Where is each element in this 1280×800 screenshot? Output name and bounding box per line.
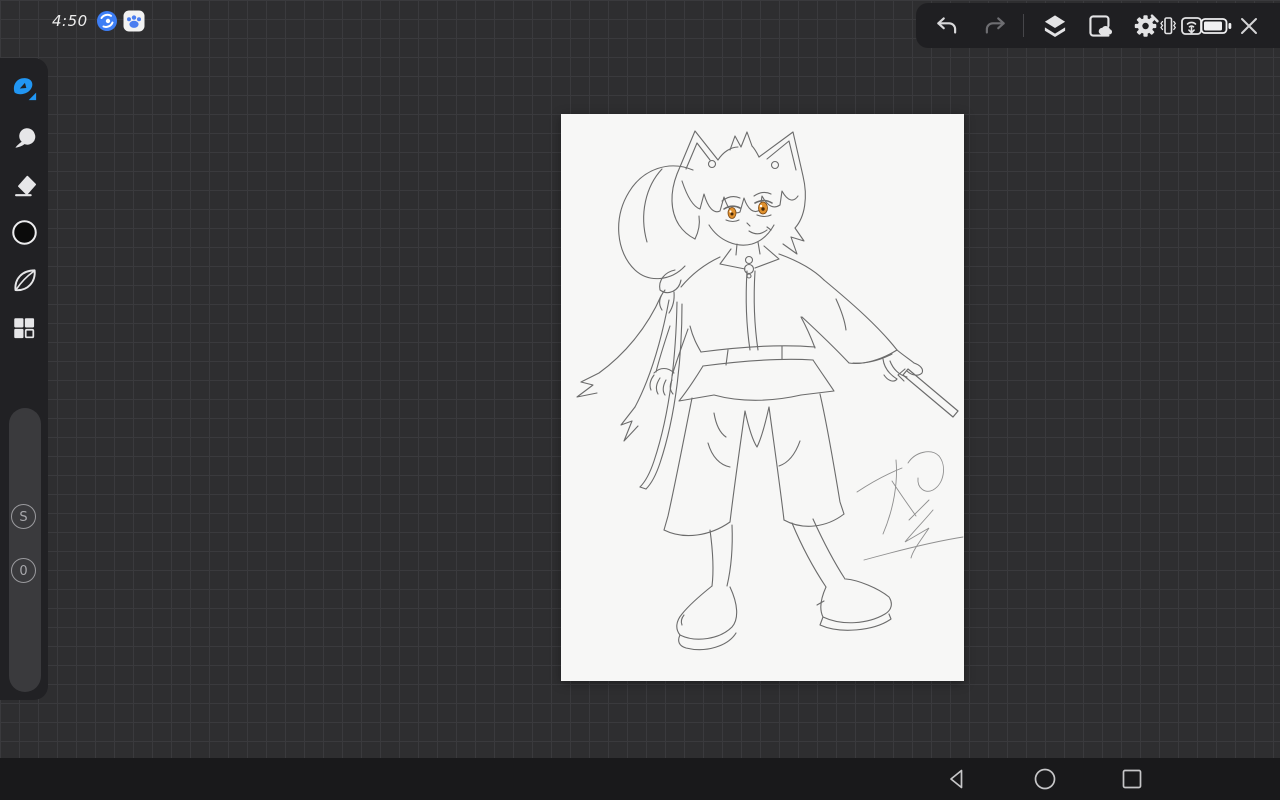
clock: 4:50 [52, 12, 88, 30]
eraser-icon [11, 171, 38, 198]
settings-button[interactable] [1131, 12, 1159, 40]
android-nav-bar [0, 758, 1280, 800]
battery-icon [1200, 15, 1232, 37]
nav-recents-button[interactable] [1119, 766, 1145, 792]
brush-size-button[interactable]: S [11, 504, 36, 529]
undo-icon [934, 13, 960, 39]
layers-icon [1042, 12, 1069, 39]
export-button[interactable] [1087, 12, 1114, 39]
nav-home-button[interactable] [1032, 766, 1058, 792]
layers-button[interactable] [1042, 12, 1069, 39]
vibrate-icon [1160, 15, 1176, 37]
recents-square-icon [1119, 766, 1145, 792]
leaf-brush-tool-button[interactable] [10, 266, 38, 294]
artist-signature [857, 452, 963, 560]
toolbar-divider [1023, 14, 1024, 37]
grid-blocks-icon [11, 315, 37, 341]
status-bar-left: 4:50 [52, 10, 145, 32]
color-swatch-button[interactable] [10, 218, 38, 246]
brush-opacity-button[interactable]: 0 [11, 558, 36, 583]
export-icon [1087, 12, 1114, 39]
smudge-icon [11, 123, 38, 150]
close-button[interactable] [1237, 14, 1261, 38]
brush-tool-button[interactable] [10, 74, 38, 102]
back-triangle-icon [944, 766, 970, 792]
close-icon [1237, 14, 1261, 38]
redo-button[interactable] [982, 13, 1008, 39]
canvas-grid-tool-button[interactable] [10, 314, 38, 342]
artwork-line-drawing [561, 114, 964, 681]
paw-notification-icon [123, 10, 145, 32]
redo-icon [982, 13, 1008, 39]
smudge-tool-button[interactable] [10, 122, 38, 150]
brush-slider-track[interactable]: S 0 [9, 408, 41, 692]
brush-icon [10, 73, 38, 103]
settings-gear-icon [1131, 12, 1159, 40]
browser-icon [96, 10, 118, 32]
eraser-tool-button[interactable] [10, 170, 38, 198]
home-circle-icon [1032, 766, 1058, 792]
color-swatch [11, 219, 38, 246]
drawing-canvas[interactable] [561, 114, 964, 681]
undo-button[interactable] [934, 13, 960, 39]
leaf-icon [11, 267, 38, 294]
top-toolbar [916, 3, 1280, 48]
nav-back-button[interactable] [944, 766, 970, 792]
